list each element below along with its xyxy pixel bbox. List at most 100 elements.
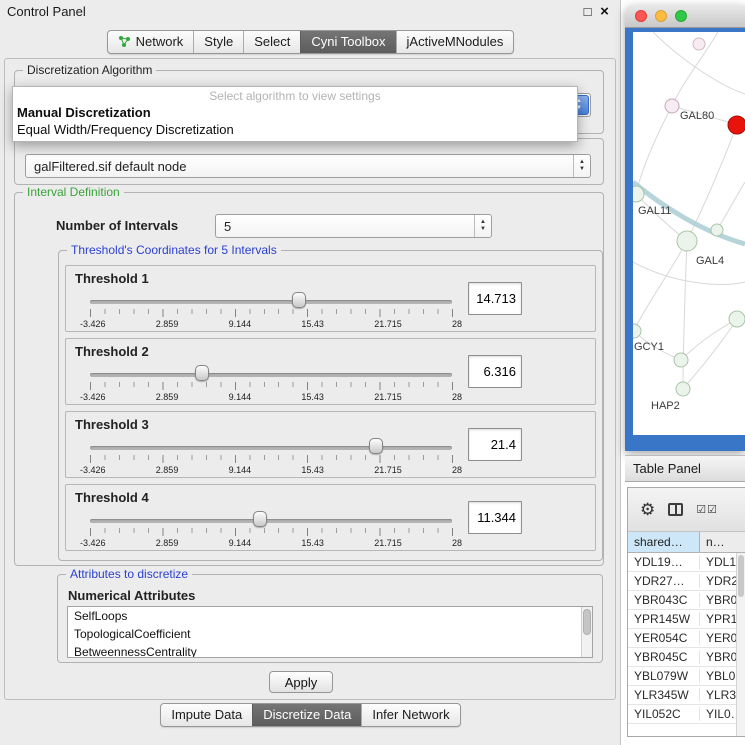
table-row[interactable]: YIL052CYIL0… — [628, 705, 745, 724]
node-label-gal11[interactable]: GAL11 — [638, 205, 671, 217]
slider-thumb[interactable] — [369, 438, 383, 454]
slider-thumb[interactable] — [253, 511, 267, 527]
tab-cyni-toolbox[interactable]: Cyni Toolbox — [300, 31, 395, 53]
node-label-gal4[interactable]: GAL4 — [696, 255, 724, 267]
combobox-value: 5 — [216, 219, 474, 234]
table-panel: ⚙ ☑☑ shared… n… YDL19…YDL1…YDR27…YDR2…YB… — [627, 487, 745, 737]
scale-tick-label: 28 — [452, 392, 462, 402]
dropdown-placeholder: Select algorithm to view settings — [13, 89, 577, 104]
slider-thumb[interactable] — [195, 365, 209, 381]
table-scrollbar[interactable] — [736, 553, 745, 736]
scale-tick-label: 2.859 — [156, 392, 179, 402]
close-icon[interactable]: × — [596, 3, 613, 20]
column-header-name[interactable]: n… — [700, 532, 745, 552]
threshold-2-value-field[interactable] — [468, 355, 522, 388]
network-node-selected[interactable] — [728, 116, 745, 134]
scale-tick-label: 2.859 — [156, 319, 179, 329]
tab-impute-data[interactable]: Impute Data — [161, 704, 252, 726]
slider-major-ticks — [90, 455, 453, 463]
threshold-4-slider[interactable]: -3.4262.8599.14415.4321.71528 — [90, 510, 452, 550]
threshold-1-value-field[interactable] — [468, 282, 522, 315]
scale-tick-label: 2.859 — [156, 465, 179, 475]
table-cell-shared-name[interactable]: YLR345W — [628, 688, 700, 702]
table-cell-shared-name[interactable]: YDL19… — [628, 555, 700, 569]
columns-icon[interactable] — [668, 503, 683, 516]
network-canvas[interactable]: GAL80 GAL11 GAL4 GCY1 HAP2 — [633, 32, 745, 435]
stepper-down-icon: ▼ — [480, 226, 486, 233]
network-window-titlebar[interactable] — [625, 5, 745, 28]
table-cell-shared-name[interactable]: YDR27… — [628, 574, 700, 588]
tab-infer-network[interactable]: Infer Network — [361, 704, 459, 726]
threshold-2-panel: Threshold 2 -3.4262.8599.14415.4321.7152… — [65, 338, 596, 405]
node-label-gcy1[interactable]: GCY1 — [634, 341, 664, 353]
slider-track — [90, 373, 452, 377]
float-window-icon[interactable]: □ — [579, 4, 596, 19]
scrollbar-thumb[interactable] — [583, 609, 591, 635]
table-data-combobox[interactable]: galFiltered.sif default node ▲ ▼ — [25, 154, 591, 178]
network-node[interactable] — [711, 224, 723, 236]
gear-icon[interactable]: ⚙ — [640, 501, 655, 518]
tab-style[interactable]: Style — [193, 31, 243, 53]
table-cell-shared-name[interactable]: YBR043C — [628, 593, 700, 607]
scale-tick-label: 9.144 — [229, 465, 252, 475]
table-row[interactable]: YLR345WYLR3… — [628, 686, 745, 705]
table-row[interactable]: YBL079WYBL0… — [628, 667, 745, 686]
tab-discretize-data[interactable]: Discretize Data — [252, 704, 361, 726]
threshold-2-slider[interactable]: -3.4262.8599.14415.4321.71528 — [90, 364, 452, 404]
threshold-label: Threshold 4 — [75, 490, 149, 505]
scale-tick-label: 2.859 — [156, 538, 179, 548]
slider-major-ticks — [90, 382, 453, 390]
tab-label: Discretize Data — [263, 707, 351, 722]
zoom-traffic-light-icon[interactable] — [675, 10, 687, 22]
scrollbar-thumb[interactable] — [738, 555, 744, 597]
table-row[interactable]: YBR045CYBR0… — [628, 648, 745, 667]
network-node-gal4[interactable] — [677, 231, 697, 251]
network-node[interactable] — [693, 38, 705, 50]
network-node-gal80[interactable] — [665, 99, 679, 113]
table-cell-shared-name[interactable]: YBL079W — [628, 669, 700, 683]
dropdown-option-equal-width-frequency[interactable]: Equal Width/Frequency Discretization — [13, 121, 577, 138]
column-header-shared-name[interactable]: shared… — [628, 532, 700, 552]
slider-scale-labels: -3.4262.8599.14415.4321.71528 — [80, 392, 462, 402]
threshold-4-value-field[interactable] — [468, 501, 522, 534]
table-cell-shared-name[interactable]: YIL052C — [628, 707, 700, 721]
list-scrollbar[interactable] — [581, 607, 592, 657]
apply-button[interactable]: Apply — [269, 671, 333, 693]
table-row[interactable]: YER054CYER0… — [628, 629, 745, 648]
table-row[interactable]: YDL19…YDL1… — [628, 553, 745, 572]
attribute-list-item[interactable]: BetweennessCentrality — [68, 643, 580, 658]
threshold-1-slider[interactable]: -3.4262.8599.14415.4321.71528 — [90, 291, 452, 331]
tab-network[interactable]: Network — [108, 31, 194, 53]
algorithm-dropdown-popup: Select algorithm to view settings Manual… — [12, 86, 578, 142]
number-of-intervals-combobox[interactable]: 5 ▲ ▼ — [215, 214, 492, 238]
tab-select[interactable]: Select — [243, 31, 300, 53]
tab-label: jActiveMNodules — [407, 34, 504, 49]
table-row[interactable]: YBR043CYBR0… — [628, 591, 745, 610]
table-cell-shared-name[interactable]: YBR045C — [628, 650, 700, 664]
stepper-down-icon: ▼ — [579, 166, 585, 173]
select-rows-icons[interactable]: ☑☑ — [696, 503, 718, 516]
numerical-attributes-list[interactable]: SelfLoopsTopologicalCoefficientBetweenne… — [67, 606, 593, 658]
slider-thumb[interactable] — [292, 292, 306, 308]
table-header-row: shared… n… — [628, 532, 745, 553]
table-row[interactable]: YDR27…YDR2… — [628, 572, 745, 591]
stepper-up-icon: ▲ — [480, 219, 486, 226]
combobox-stepper-icon: ▲ ▼ — [474, 215, 491, 237]
dropdown-option-manual-discretization[interactable]: Manual Discretization — [13, 104, 577, 121]
threshold-3-value-field[interactable] — [468, 428, 522, 461]
tab-jactivemnodules[interactable]: jActiveMNodules — [396, 31, 514, 53]
network-node[interactable] — [729, 311, 745, 327]
node-label-hap2[interactable]: HAP2 — [651, 400, 680, 412]
close-traffic-light-icon[interactable] — [635, 10, 647, 22]
table-cell-shared-name[interactable]: YER054C — [628, 631, 700, 645]
network-node-hap2[interactable] — [676, 382, 690, 396]
node-label-gal80[interactable]: GAL80 — [680, 110, 714, 122]
network-node[interactable] — [674, 353, 688, 367]
network-node-gal11[interactable] — [633, 186, 644, 202]
threshold-3-slider[interactable]: -3.4262.8599.14415.4321.71528 — [90, 437, 452, 477]
minimize-traffic-light-icon[interactable] — [655, 10, 667, 22]
table-cell-shared-name[interactable]: YPR145W — [628, 612, 700, 626]
table-row[interactable]: YPR145WYPR1… — [628, 610, 745, 629]
attribute-list-item[interactable]: SelfLoops — [68, 607, 580, 625]
attribute-list-item[interactable]: TopologicalCoefficient — [68, 625, 580, 643]
